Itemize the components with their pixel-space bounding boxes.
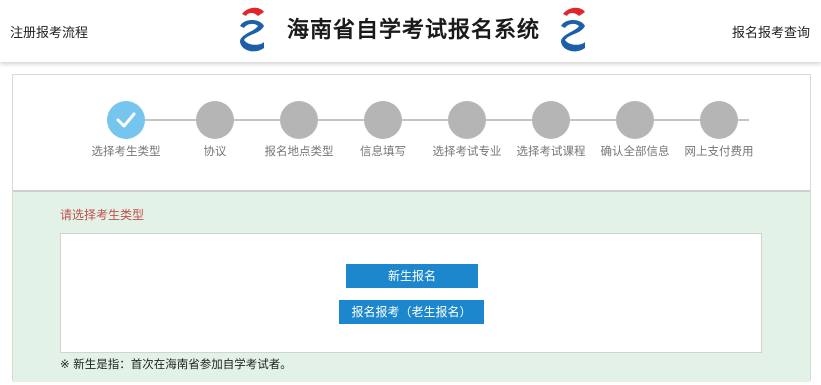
step-select-course: 选择考试课程 [506, 101, 596, 161]
logo-icon [240, 7, 264, 52]
new-registration-button[interactable]: 新生报名 [346, 264, 478, 288]
step-complete-circle [107, 101, 145, 139]
registration-query-link[interactable]: 报名报考查询 [732, 22, 810, 41]
step-select-major: 选择考试专业 [422, 101, 512, 161]
registration-panel: 选择考生类型 协议 报名地点类型 信息填写 选择考试专业 选择考试课程 确认全部… [12, 74, 811, 382]
brand: 海南省自学考试报名系统 [0, 0, 821, 62]
new-student-note: ※ 新生是指：首次在海南省参加自学考试者。 [60, 357, 292, 371]
step-label: 网上支付费用 [684, 144, 754, 158]
step-circle [448, 101, 486, 139]
step-circle [196, 101, 234, 139]
page-title: 海南省自学考试报名系统 [287, 17, 541, 43]
section-title: 请选择考生类型 [60, 208, 145, 222]
progress-steps: 选择考生类型 协议 报名地点类型 信息填写 选择考试专业 选择考试课程 确认全部… [13, 75, 810, 190]
step-circle [700, 101, 738, 139]
logo-icon [561, 7, 585, 52]
candidate-type-box: 新生报名 报名报考（老生报名） [60, 233, 762, 353]
returning-registration-button[interactable]: 报名报考（老生报名） [339, 300, 484, 324]
step-circle [616, 101, 654, 139]
step-circle [364, 101, 402, 139]
step-circle [280, 101, 318, 139]
step-online-payment: 网上支付费用 [674, 101, 764, 161]
checkmark-icon [116, 112, 136, 128]
step-confirm-info: 确认全部信息 [590, 101, 680, 161]
content-area: 请选择考生类型 新生报名 报名报考（老生报名） ※ 新生是指：首次在海南省参加自… [13, 190, 810, 382]
page-header: 注册报考流程 海南省自学考试报名系统 报名报考查询 [0, 0, 821, 62]
step-circle [532, 101, 570, 139]
step-select-type: 选择考生类型 [81, 101, 171, 161]
step-location-type: 报名地点类型 [254, 101, 344, 161]
step-label: 选择考生类型 [91, 144, 161, 158]
step-info-entry: 信息填写 [338, 101, 428, 161]
step-agreement: 协议 [170, 101, 260, 161]
